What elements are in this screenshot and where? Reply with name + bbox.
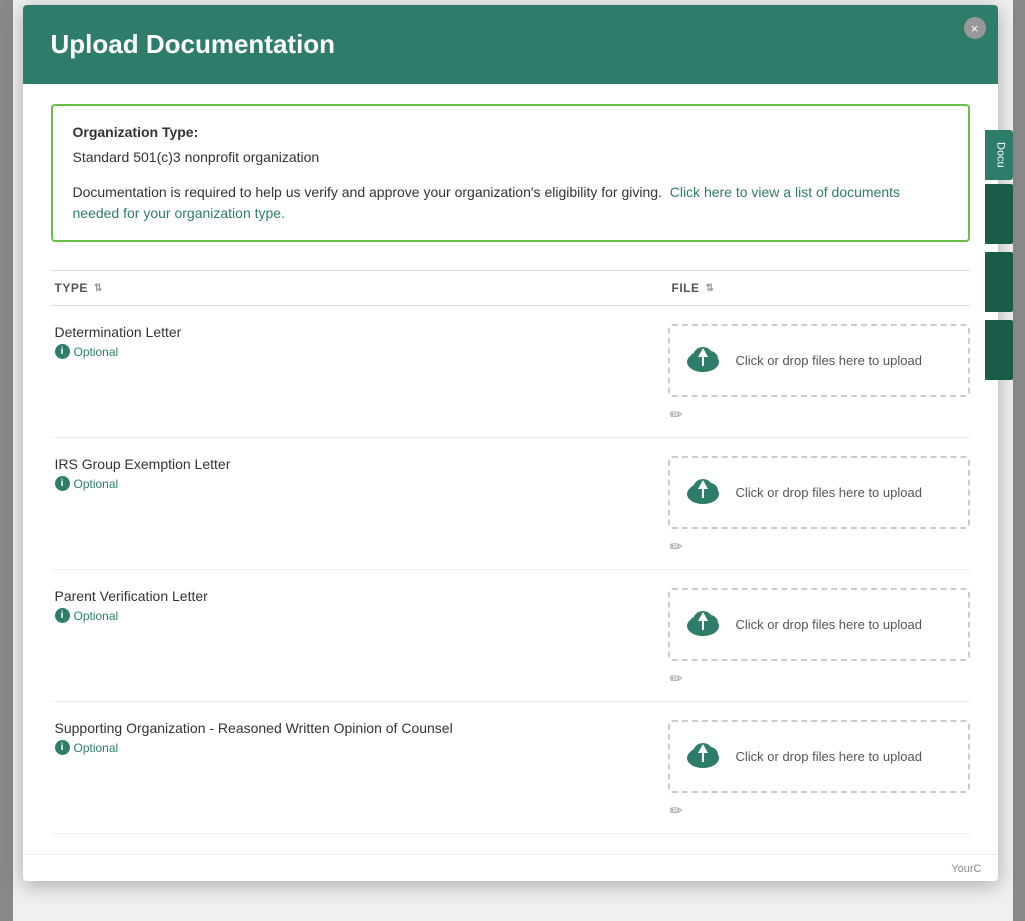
upload-zone-3[interactable]: Click or drop files here to upload [668, 720, 970, 793]
optional-badge-0: i Optional [55, 344, 660, 359]
upload-zone-1[interactable]: Click or drop files here to upload [668, 456, 970, 529]
upload-documentation-modal: Upload Documentation × Organization Type… [23, 5, 998, 881]
col-file-header: FILE ⇅ [660, 281, 970, 295]
upload-zone-2[interactable]: Click or drop files here to upload [668, 588, 970, 661]
row-file-2: Click or drop files here to upload ✏ [660, 588, 970, 689]
file-sort-icon: ⇅ [706, 283, 715, 294]
right-sidebar: Docu [985, 130, 1013, 380]
table-row: Determination Letter i Optional [51, 306, 970, 438]
doc-name-2: Parent Verification Letter [55, 588, 660, 604]
optional-label-3: Optional [74, 741, 119, 755]
sidebar-tab-doc[interactable]: Docu [985, 130, 1013, 180]
upload-cloud-icon-1 [684, 474, 722, 511]
sidebar-tab-4[interactable] [985, 320, 1013, 380]
document-table: TYPE ⇅ FILE ⇅ Determination Letter i Op [51, 270, 970, 834]
upload-zone-0[interactable]: Click or drop files here to upload [668, 324, 970, 397]
row-file-0: Click or drop files here to upload ✏ [660, 324, 970, 425]
table-header: TYPE ⇅ FILE ⇅ [51, 270, 970, 306]
pencil-icon-0[interactable]: ✏ [670, 407, 683, 424]
upload-cloud-icon-2 [684, 606, 722, 643]
row-type-0: Determination Letter i Optional [51, 324, 660, 359]
info-box: Organization Type: Standard 501(c)3 nonp… [51, 104, 970, 242]
optional-label-0: Optional [74, 345, 119, 359]
optional-badge-2: i Optional [55, 608, 660, 623]
table-row: IRS Group Exemption Letter i Optional [51, 438, 970, 570]
optional-badge-1: i Optional [55, 476, 660, 491]
sidebar-tab-2[interactable] [985, 184, 1013, 244]
doc-info-text: Documentation is required to help us ver… [73, 184, 662, 200]
optional-label-2: Optional [74, 609, 119, 623]
upload-text-1: Click or drop files here to upload [736, 485, 922, 500]
row-type-1: IRS Group Exemption Letter i Optional [51, 456, 660, 491]
row-type-2: Parent Verification Letter i Optional [51, 588, 660, 623]
info-icon-3: i [55, 740, 70, 755]
table-row: Parent Verification Letter i Optional [51, 570, 970, 702]
doc-name-0: Determination Letter [55, 324, 660, 340]
pencil-icon-2[interactable]: ✏ [670, 671, 683, 688]
info-icon-0: i [55, 344, 70, 359]
footer-text: YourC [943, 857, 989, 881]
doc-name-3: Supporting Organization - Reasoned Writt… [55, 720, 660, 736]
optional-label-1: Optional [74, 477, 119, 491]
col-type-header: TYPE ⇅ [51, 281, 660, 295]
close-button[interactable]: × [964, 17, 986, 39]
row-type-3: Supporting Organization - Reasoned Writt… [51, 720, 660, 755]
upload-text-3: Click or drop files here to upload [736, 749, 922, 764]
pencil-icon-1[interactable]: ✏ [670, 539, 683, 556]
optional-badge-3: i Optional [55, 740, 660, 755]
modal-header: Upload Documentation × [23, 5, 998, 84]
modal-body: Organization Type: Standard 501(c)3 nonp… [23, 84, 998, 854]
info-icon-2: i [55, 608, 70, 623]
info-icon-1: i [55, 476, 70, 491]
table-row: Supporting Organization - Reasoned Writt… [51, 702, 970, 834]
sidebar-tab-3[interactable] [985, 252, 1013, 312]
upload-cloud-icon-3 [684, 738, 722, 775]
upload-text-2: Click or drop files here to upload [736, 617, 922, 632]
modal-title: Upload Documentation [51, 29, 336, 60]
org-type-label: Organization Type: [73, 122, 948, 143]
doc-name-1: IRS Group Exemption Letter [55, 456, 660, 472]
modal-overlay: Upload Documentation × Organization Type… [13, 0, 1013, 921]
row-file-1: Click or drop files here to upload ✏ [660, 456, 970, 557]
pencil-icon-3[interactable]: ✏ [670, 803, 683, 820]
upload-cloud-icon-0 [684, 342, 722, 379]
type-sort-icon: ⇅ [94, 283, 103, 294]
org-type-value: Standard 501(c)3 nonprofit organization [73, 147, 948, 168]
row-file-3: Click or drop files here to upload ✏ [660, 720, 970, 821]
upload-text-0: Click or drop files here to upload [736, 353, 922, 368]
